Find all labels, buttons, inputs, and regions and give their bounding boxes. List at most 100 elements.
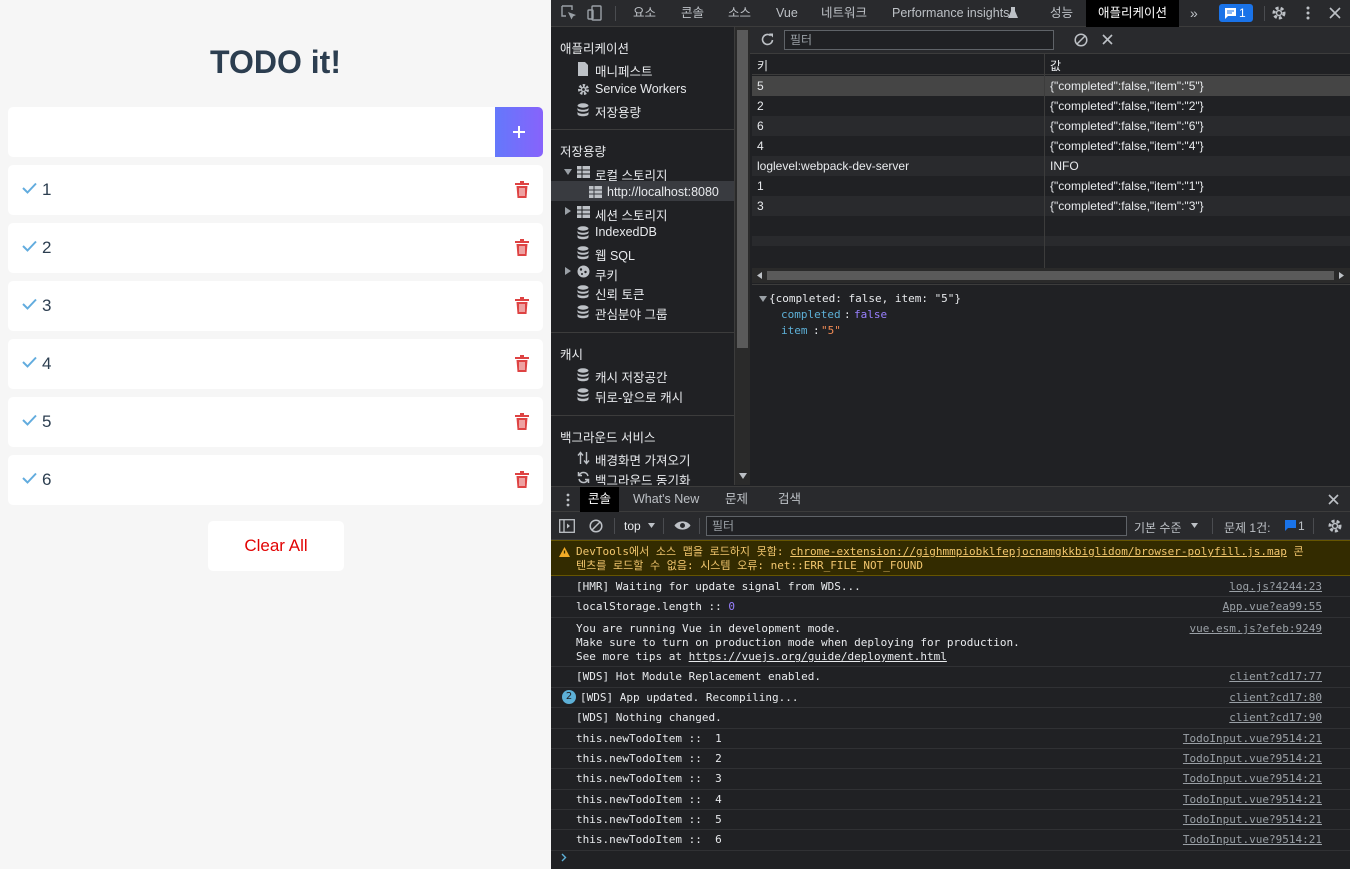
tab-vue[interactable]: Vue bbox=[776, 0, 798, 27]
todo-input[interactable] bbox=[8, 107, 495, 157]
console-filter-input[interactable]: 필터 bbox=[706, 516, 1127, 536]
scroll-right-arrow-icon[interactable] bbox=[1339, 272, 1344, 279]
table-row[interactable]: 1 {"completed":false,"item":"1"} bbox=[752, 176, 1350, 196]
todo-item: 5 bbox=[8, 397, 543, 447]
sidebar-heading-cache: 캐시 bbox=[560, 348, 584, 362]
devtools-tabbar: 요소 콘솔 소스 Vue 네트워크 Performance insights 성… bbox=[551, 0, 1350, 27]
tab-console[interactable]: 콘솔 bbox=[681, 0, 704, 27]
table-row[interactable]: 6 {"completed":false,"item":"6"} bbox=[752, 116, 1350, 136]
settings-gear-icon[interactable] bbox=[1271, 5, 1287, 21]
todo-item: 4 bbox=[8, 339, 543, 389]
source-link[interactable]: client?cd17:77 bbox=[1229, 670, 1322, 684]
close-devtools-icon[interactable] bbox=[1327, 5, 1343, 21]
add-button[interactable] bbox=[495, 107, 543, 157]
expanded-arrow-icon[interactable] bbox=[759, 296, 767, 302]
drawer-tab-whats-new[interactable]: What's New bbox=[633, 487, 699, 512]
scroll-down-arrow-icon[interactable] bbox=[739, 473, 747, 479]
source-link[interactable]: TodoInput.vue?9514:21 bbox=[1183, 772, 1322, 786]
trash-icon[interactable] bbox=[515, 181, 529, 198]
message-icon bbox=[1285, 520, 1296, 531]
tab-performance-insights[interactable]: Performance insights bbox=[892, 0, 1009, 27]
repeat-count-badge: 2 bbox=[562, 690, 576, 704]
more-options-icon[interactable] bbox=[1300, 5, 1316, 21]
tab-application[interactable]: 애플리케이션 bbox=[1086, 0, 1180, 27]
tab-sources[interactable]: 소스 bbox=[728, 0, 751, 27]
close-drawer-icon[interactable] bbox=[1328, 494, 1339, 505]
devtools-panel: 요소 콘솔 소스 Vue 네트워크 Performance insights 성… bbox=[551, 0, 1350, 869]
check-icon[interactable] bbox=[22, 472, 37, 484]
trash-icon[interactable] bbox=[515, 239, 529, 256]
source-link[interactable]: App.vue?ea99:55 bbox=[1223, 600, 1322, 614]
column-header-key[interactable]: 키 bbox=[757, 57, 768, 74]
log-level-select[interactable]: 기본 수준 bbox=[1134, 519, 1182, 536]
drawer-tab-search[interactable]: 검색 bbox=[778, 487, 801, 512]
source-link[interactable]: TodoInput.vue?9514:21 bbox=[1183, 752, 1322, 766]
console-prompt-input[interactable] bbox=[575, 850, 1335, 866]
tab-elements[interactable]: 요소 bbox=[633, 0, 656, 27]
vue-docs-link[interactable]: https://vuejs.org/guide/deployment.html bbox=[689, 650, 947, 663]
source-link[interactable]: TodoInput.vue?9514:21 bbox=[1183, 813, 1322, 827]
check-icon[interactable] bbox=[22, 414, 37, 426]
console-settings-gear-icon[interactable] bbox=[1327, 518, 1343, 534]
table-row[interactable]: 2 {"completed":false,"item":"2"} bbox=[752, 96, 1350, 116]
check-icon[interactable] bbox=[22, 240, 37, 252]
application-sidebar: 애플리케이션 매니페스트 Service Workers 저장용량 저장용량 로… bbox=[551, 27, 735, 485]
issues-badge[interactable]: 1 bbox=[1219, 4, 1253, 22]
issues-badge-count: 1 bbox=[1239, 6, 1246, 20]
more-tabs-icon[interactable]: » bbox=[1190, 0, 1198, 27]
todo-text: 1 bbox=[42, 180, 52, 199]
refresh-icon[interactable] bbox=[760, 32, 775, 47]
database-icon bbox=[577, 305, 589, 319]
drawer-menu-icon[interactable] bbox=[566, 493, 570, 507]
inspect-element-icon[interactable] bbox=[561, 5, 577, 21]
warning-link[interactable]: chrome-extension://gighmmpiobklfepjocnam… bbox=[790, 545, 1287, 558]
drawer-tab-issues[interactable]: 문제 bbox=[725, 487, 748, 512]
device-toolbar-icon[interactable] bbox=[587, 5, 603, 21]
console-message: this.newTodoItem :: 6 TodoInput.vue?9514… bbox=[551, 830, 1350, 851]
drawer-tab-console[interactable]: 콘솔 bbox=[580, 487, 620, 512]
scroll-left-arrow-icon[interactable] bbox=[757, 272, 762, 279]
source-link[interactable]: client?cd17:90 bbox=[1229, 711, 1322, 725]
clear-console-icon[interactable] bbox=[589, 519, 603, 533]
source-link[interactable]: TodoInput.vue?9514:21 bbox=[1183, 732, 1322, 746]
context-select[interactable]: top bbox=[624, 519, 641, 533]
column-header-value[interactable]: 값 bbox=[1050, 57, 1061, 74]
source-link[interactable]: log.js?4244:23 bbox=[1229, 580, 1322, 594]
check-icon[interactable] bbox=[22, 356, 37, 368]
message-icon bbox=[1225, 8, 1236, 19]
eye-icon[interactable] bbox=[674, 520, 691, 531]
console-output: DevTools에서 소스 맵을 로드하지 못함: chrome-extensi… bbox=[551, 540, 1350, 869]
source-link[interactable]: vue.esm.js?efeb:9249 bbox=[1190, 622, 1322, 636]
console-message: this.newTodoItem :: 2 TodoInput.vue?9514… bbox=[551, 749, 1350, 769]
sidebar-scrollbar[interactable] bbox=[735, 27, 750, 485]
issues-count-label[interactable]: 문제 1건: bbox=[1224, 519, 1270, 536]
value-preview: {completed: false, item: "5"} completed … bbox=[752, 284, 1350, 485]
table-horizontal-scrollbar[interactable] bbox=[752, 268, 1350, 283]
trash-icon[interactable] bbox=[515, 355, 529, 372]
sidebar-toggle-icon[interactable] bbox=[559, 519, 575, 533]
clear-all-button[interactable]: Clear All bbox=[208, 521, 344, 571]
table-row[interactable]: loglevel:webpack-dev-server INFO bbox=[752, 156, 1350, 176]
trash-icon[interactable] bbox=[515, 471, 529, 488]
storage-filter-input[interactable]: 필터 bbox=[784, 30, 1054, 50]
trash-icon[interactable] bbox=[515, 413, 529, 430]
source-link[interactable]: TodoInput.vue?9514:21 bbox=[1183, 833, 1322, 847]
trash-icon[interactable] bbox=[515, 297, 529, 314]
sidebar-item-localhost[interactable]: http://localhost:8080 bbox=[551, 181, 734, 201]
tab-performance[interactable]: 성능 bbox=[1050, 0, 1073, 27]
database-icon bbox=[577, 103, 589, 117]
delete-selected-icon[interactable] bbox=[1102, 34, 1113, 45]
console-message: 2 [WDS] App updated. Recompiling... clie… bbox=[551, 688, 1350, 708]
tab-network[interactable]: 네트워크 bbox=[821, 0, 867, 27]
table-row[interactable]: 5 {"completed":false,"item":"5"} bbox=[752, 76, 1350, 96]
table-row[interactable]: 4 {"completed":false,"item":"4"} bbox=[752, 136, 1350, 156]
table-row[interactable]: 3 {"completed":false,"item":"3"} bbox=[752, 196, 1350, 216]
todo-item: 1 bbox=[8, 165, 543, 215]
expanded-arrow-icon bbox=[564, 169, 572, 175]
console-message: this.newTodoItem :: 4 TodoInput.vue?9514… bbox=[551, 790, 1350, 810]
check-icon[interactable] bbox=[22, 182, 37, 194]
source-link[interactable]: client?cd17:80 bbox=[1229, 691, 1322, 705]
source-link[interactable]: TodoInput.vue?9514:21 bbox=[1183, 793, 1322, 807]
check-icon[interactable] bbox=[22, 298, 37, 310]
clear-all-icon[interactable] bbox=[1074, 33, 1088, 47]
